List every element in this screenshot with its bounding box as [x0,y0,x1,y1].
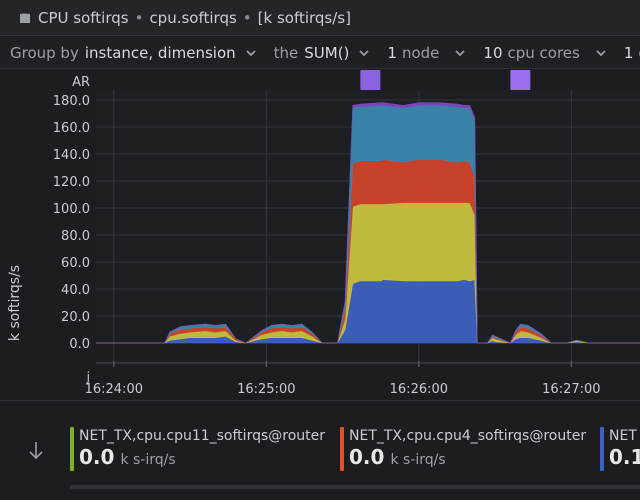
y-tick-label: 0.0 [69,337,90,352]
x-tick-label: 16:26:00 [390,382,448,397]
dimensions-dropdown[interactable]: 1 dim [624,44,640,62]
chart-svg[interactable]: 180.0 160.0 140.0 120.0 100.0 80.0 60.0 40.0 20.… [0,70,640,400]
cores-label: cpu cores [507,43,580,62]
x-tick-label: 16:25:00 [237,382,295,397]
title-separator: • [134,8,144,27]
nodes-count: 1 [387,43,397,62]
y-tick-label: 120.0 [53,175,90,190]
legend-series-unit: k s-irq/s [120,452,176,468]
y-tick-label: 20.0 [61,310,90,325]
chart-annotations: AR [72,70,531,90]
legend-color-swatch [340,427,344,471]
y-tick-label: 80.0 [61,229,90,244]
group-by-label: Group by [10,43,79,62]
y-axis-label: k softirqs/s [7,265,23,341]
legend-series-name: NET_TX,cpu.cpu11_softirqs@router [79,428,325,444]
legend-scrollbar[interactable] [70,485,640,489]
aggregation-dropdown[interactable]: the SUM() [274,44,388,62]
x-tick-label: 16:24:00 [85,382,143,397]
chevron-down-icon [246,49,256,56]
legend-series-value: 0.0 [349,445,385,469]
annotation-marker[interactable] [360,70,381,90]
legend-item[interactable]: NET_TX,cpu.cpu4_softirqs@router 0.0 k s-ir… [340,427,600,471]
y-tick-label: 40.0 [61,283,90,298]
chart-area[interactable]: 180.0 160.0 140.0 120.0 100.0 80.0 60.0 40.0 20.… [0,70,640,400]
chart-title: CPU softirqs [38,8,129,27]
legend-color-swatch [70,427,74,471]
legend-series-unit: k s-irq/s [390,452,446,468]
y-tick-label: 160.0 [53,121,90,136]
cores-dropdown[interactable]: 10 cpu cores [483,44,623,62]
chevron-down-icon [359,49,370,56]
chart-type-icon [20,13,30,23]
chart-units: [k softirqs/s] [257,8,351,27]
x-axis-corner-mark: j [86,370,90,384]
y-tick-label: 100.0 [53,202,90,217]
nodes-label: node [401,43,440,62]
chart-toolbar: Group by instance, dimension the SUM() 1… [0,37,640,69]
y-tick-label: 60.0 [61,256,90,271]
legend-series-name: NET_TX,cpu.cpu4_softirqs@router [349,428,587,444]
chevron-down-icon [596,49,606,56]
annotation-row-label: AR [72,75,90,90]
chart-titlebar: CPU softirqs • cpu.softirqs • [k softirq… [0,0,640,36]
cores-count: 10 [483,43,503,62]
nodes-dropdown[interactable]: 1 node [387,44,483,62]
legend-strip: NET_TX,cpu.cpu11_softirqs@router 0.0 k s-i… [0,400,640,500]
legend-series-value: 0.1 [609,445,640,469]
chart-context: cpu.softirqs [149,8,237,27]
aggregation-prefix: the [273,43,299,62]
legend-item[interactable]: NET 0.1 [600,427,640,471]
group-by-value: instance, dimension [84,43,236,62]
dims-count: 1 [623,43,634,62]
legend-series-name: NET [609,428,637,444]
legend-color-swatch [600,427,604,471]
arrow-down-icon[interactable] [26,439,46,463]
group-by-dropdown[interactable]: Group by instance, dimension [10,44,274,62]
y-tick-label: 180.0 [53,94,90,109]
x-tick-label: 16:27:00 [542,382,600,397]
y-tick-label: 140.0 [53,148,90,163]
annotation-marker[interactable] [510,70,531,90]
aggregation-value: SUM() [304,43,350,62]
chevron-down-icon [455,49,466,56]
title-separator: • [242,8,252,27]
legend-item[interactable]: NET_TX,cpu.cpu11_softirqs@router 0.0 k s-i… [70,427,338,471]
legend-series-value: 0.0 [79,445,115,469]
